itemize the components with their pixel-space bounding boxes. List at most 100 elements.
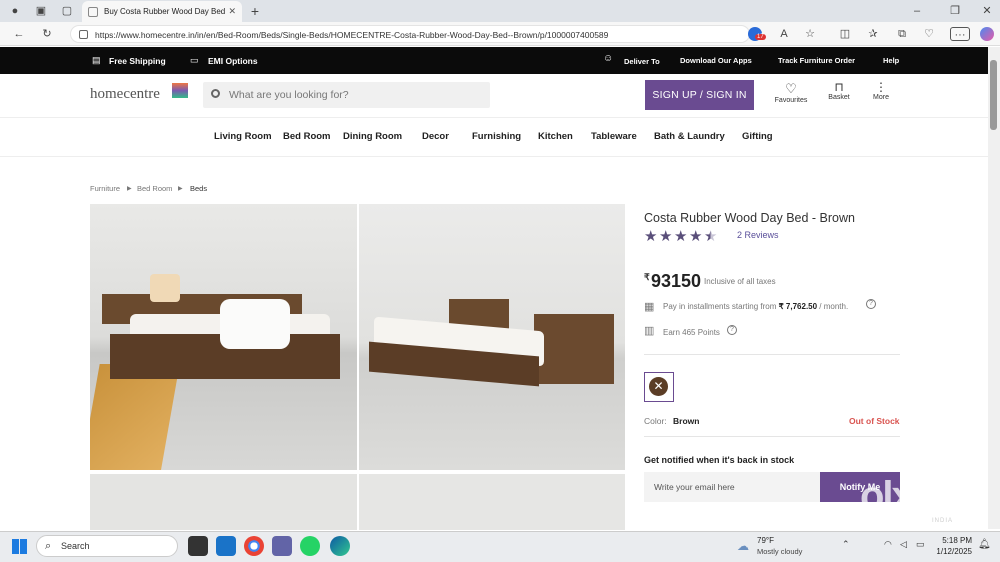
email-placeholder: Write your email here — [654, 482, 735, 492]
weather-desc[interactable]: Mostly cloudy — [757, 547, 802, 556]
unavailable-x-icon: ✕ — [649, 377, 668, 396]
new-tab-button[interactable]: + — [248, 4, 262, 18]
refresh-icon[interactable]: ↻ — [40, 27, 54, 41]
basket-button[interactable]: ⊓ Basket — [824, 80, 854, 101]
nav-gifting[interactable]: Gifting — [742, 131, 773, 142]
product-image-2[interactable] — [359, 204, 625, 470]
site-logo[interactable]: homecentre — [90, 86, 160, 103]
installments-suffix: / month. — [817, 302, 849, 311]
help-link[interactable]: Help — [883, 56, 899, 65]
color-swatch-brown[interactable]: ✕ — [644, 372, 674, 402]
battery-icon[interactable]: ▭ — [916, 539, 925, 550]
tab-title: Buy Costa Rubber Wood Day Bed — [104, 7, 226, 16]
color-label: Color: — [644, 416, 667, 426]
workspaces-icon[interactable]: ▣ — [34, 4, 48, 18]
more-label: More — [873, 94, 889, 101]
product-image-4[interactable] — [359, 474, 625, 530]
info-icon[interactable]: ? — [866, 299, 876, 309]
breadcrumb-bed-room[interactable]: Bed Room — [137, 184, 172, 193]
emi-options-link[interactable]: EMI Options — [208, 56, 258, 66]
whatsapp-icon[interactable] — [300, 536, 320, 556]
rug-shape — [90, 364, 180, 470]
heart-icon: ♡ — [785, 81, 797, 96]
collections-icon[interactable]: ⧉ — [895, 27, 909, 41]
product-image-1[interactable] — [90, 204, 357, 470]
copilot-icon[interactable] — [980, 27, 994, 41]
nav-furnishing[interactable]: Furnishing — [472, 131, 521, 142]
nav-decor[interactable]: Decor — [422, 131, 449, 142]
clock-date[interactable]: 1/12/2025 — [932, 547, 972, 556]
split-screen-icon[interactable]: ◫ — [838, 27, 852, 41]
url-text: https://www.homecentre.in/in/en/Bed-Room… — [95, 30, 609, 40]
clock-time[interactable]: 5:18 PM — [936, 536, 972, 545]
product-image-3[interactable] — [90, 474, 357, 530]
search-icon: ⌕ — [45, 540, 52, 552]
notify-heading: Get notified when it's back in stock — [644, 455, 795, 465]
free-shipping-link[interactable]: Free Shipping — [109, 56, 166, 66]
search-box[interactable]: What are you looking for? — [203, 82, 490, 108]
basket-icon: ⊓ — [834, 80, 844, 94]
task-view-icon[interactable] — [188, 536, 208, 556]
scrollbar-thumb[interactable] — [990, 60, 997, 130]
nav-bath-laundry[interactable]: Bath & Laundry — [654, 131, 725, 142]
teams-icon[interactable] — [272, 536, 292, 556]
reviews-link[interactable]: 2 Reviews — [737, 230, 779, 240]
logo-house-icon — [172, 83, 188, 98]
chevron-up-icon[interactable]: ⌃ — [842, 539, 850, 550]
tab-actions-icon[interactable]: ▢ — [60, 4, 74, 18]
nav-kitchen[interactable]: Kitchen — [538, 131, 573, 142]
breadcrumb-beds: Beds — [190, 184, 208, 193]
email-field[interactable]: Write your email here — [644, 472, 820, 502]
breadcrumb-furniture[interactable]: Furniture — [90, 184, 120, 193]
deliver-to-link[interactable]: Deliver To — [624, 57, 660, 66]
browser-essentials-icon[interactable]: ♡ — [922, 27, 936, 41]
outlook-icon[interactable] — [216, 536, 236, 556]
nav-bed-room[interactable]: Bed Room — [283, 131, 331, 142]
truck-icon: ▤ — [92, 55, 101, 65]
weather-temp[interactable]: 79°F — [757, 536, 774, 545]
read-aloud-icon[interactable]: A — [777, 27, 791, 41]
favorite-star-icon[interactable]: ☆ — [803, 27, 817, 41]
signup-signin-button[interactable]: SIGN UP / SIGN IN — [645, 80, 754, 110]
product-price: 93150 — [651, 271, 702, 291]
track-order-link[interactable]: Track Furniture Order — [778, 56, 855, 65]
menu-dots-icon[interactable]: ··· — [950, 27, 970, 41]
taxes-note: Inclusive of all taxes — [704, 277, 776, 286]
notification-bell-icon[interactable]: 🔔︎ — [978, 539, 991, 550]
favourites-label: Favourites — [774, 97, 808, 104]
volume-icon[interactable]: ◁ — [900, 539, 907, 550]
rating-star-icon: ★ — [644, 228, 658, 245]
more-button[interactable]: ⋮ More — [868, 80, 894, 101]
edge-icon[interactable] — [330, 536, 350, 556]
address-bar[interactable]: https://www.homecentre.in/in/en/Bed-Room… — [70, 25, 750, 43]
profile-icon[interactable]: ● — [8, 4, 22, 18]
favourites-button[interactable]: ♡ Favourites — [774, 81, 808, 104]
nav-dining-room[interactable]: Dining Room — [343, 131, 402, 142]
card-icon: ▭ — [190, 55, 199, 65]
minimize-icon[interactable]: – — [910, 4, 924, 18]
maximize-icon[interactable]: ❐ — [948, 4, 962, 18]
windows-start-icon[interactable] — [12, 539, 27, 554]
search-input[interactable]: What are you looking for? — [229, 89, 349, 101]
taskbar-search[interactable]: ⌕ Search — [36, 535, 178, 557]
more-dots-icon: ⋮ — [875, 80, 887, 94]
olx-watermark-logo: olx — [860, 474, 914, 518]
taskbar-search-label: Search — [61, 541, 90, 551]
rating-star-icon: ★ — [674, 228, 688, 245]
close-tab-icon[interactable]: ✕ — [228, 6, 236, 17]
rating-star-icon: ★ — [689, 228, 703, 245]
rating-star-icon: ★ — [659, 228, 673, 245]
chrome-icon[interactable] — [244, 536, 264, 556]
site-favicon-icon — [88, 6, 98, 17]
download-apps-link[interactable]: Download Our Apps — [680, 56, 752, 65]
nav-tableware[interactable]: Tableware — [591, 131, 637, 142]
wifi-icon[interactable]: ◠ — [884, 539, 892, 550]
info-icon[interactable]: ? — [727, 325, 737, 335]
favorites-icon[interactable]: ✰ — [866, 27, 880, 41]
nav-living-room[interactable]: Living Room — [214, 131, 272, 142]
back-icon[interactable]: ← — [12, 27, 26, 41]
close-window-icon[interactable]: ✕ — [980, 4, 994, 18]
product-title: Costa Rubber Wood Day Bed - Brown — [644, 211, 855, 225]
browser-tab[interactable]: Buy Costa Rubber Wood Day Bed ✕ — [82, 1, 242, 22]
blanket-shape — [220, 299, 290, 349]
